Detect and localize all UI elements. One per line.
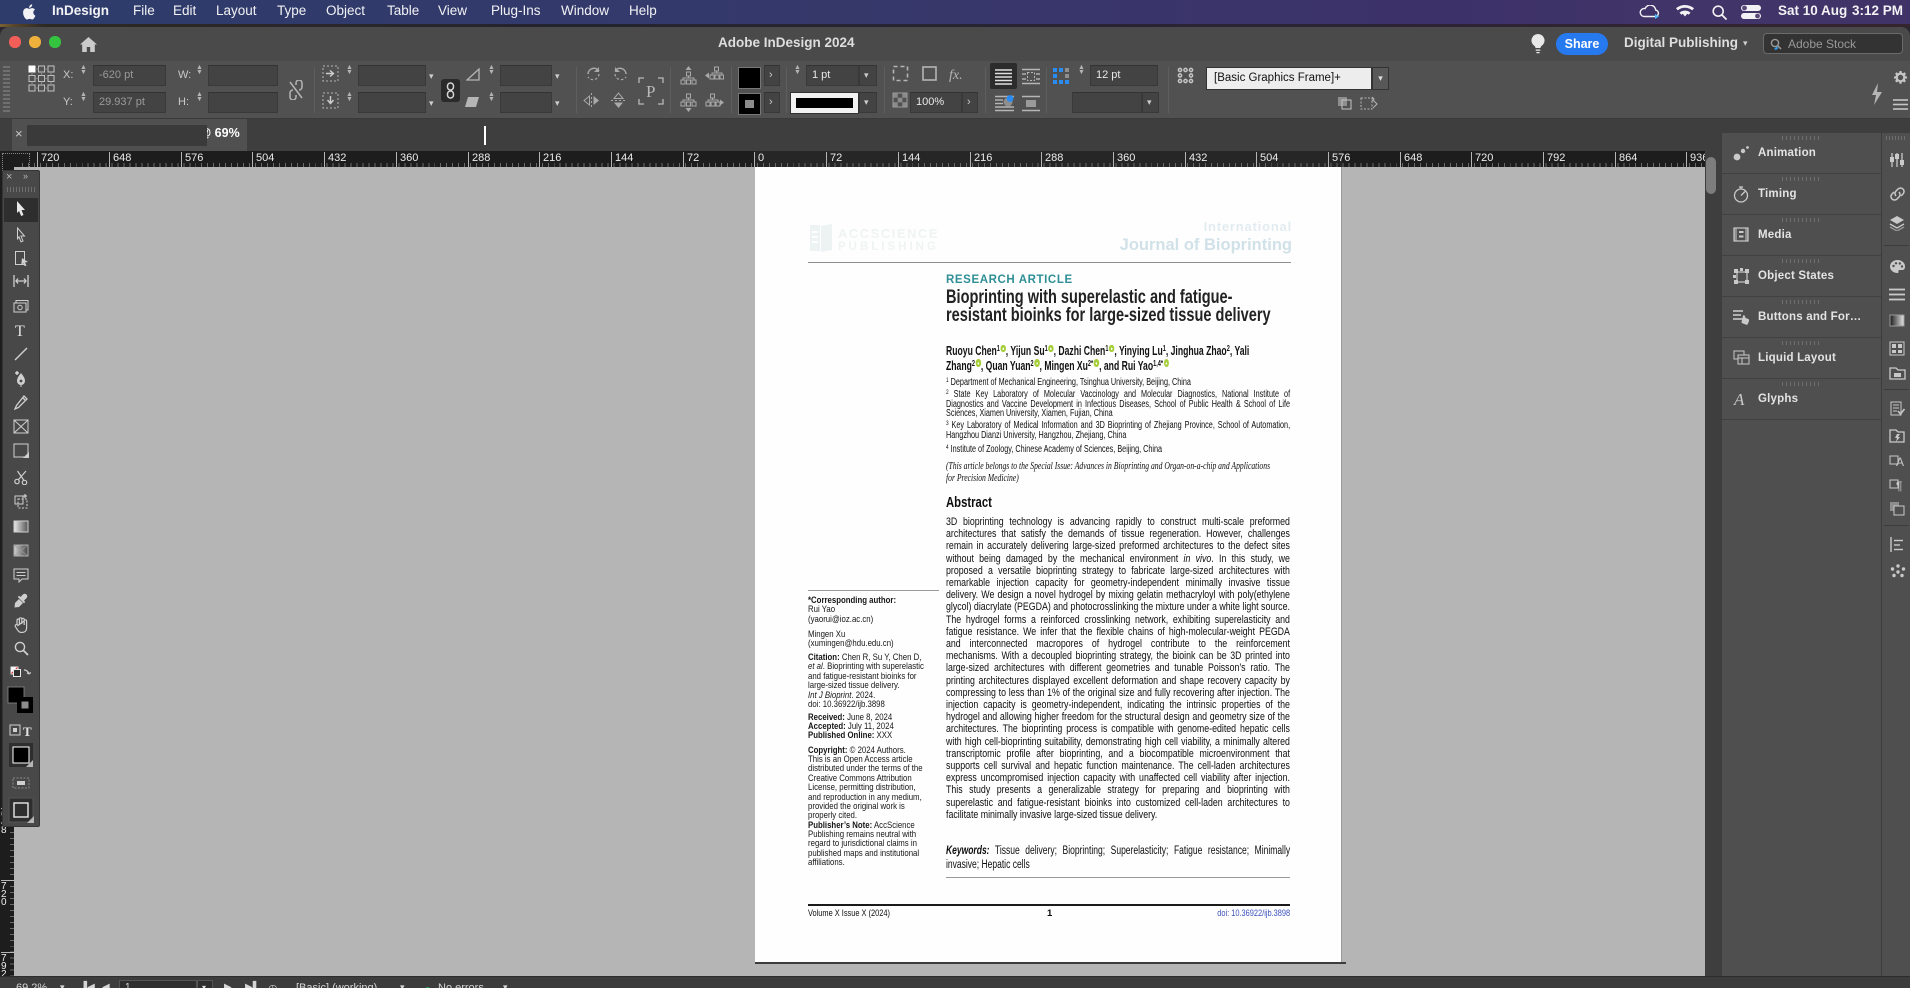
svg-text:A: A (1733, 391, 1745, 407)
svg-text:¶: ¶ (1896, 479, 1902, 492)
svg-text:T: T (23, 724, 32, 738)
svg-text:A: A (1896, 455, 1904, 468)
svg-text:P: P (646, 82, 655, 101)
svg-text:T: T (15, 323, 25, 338)
